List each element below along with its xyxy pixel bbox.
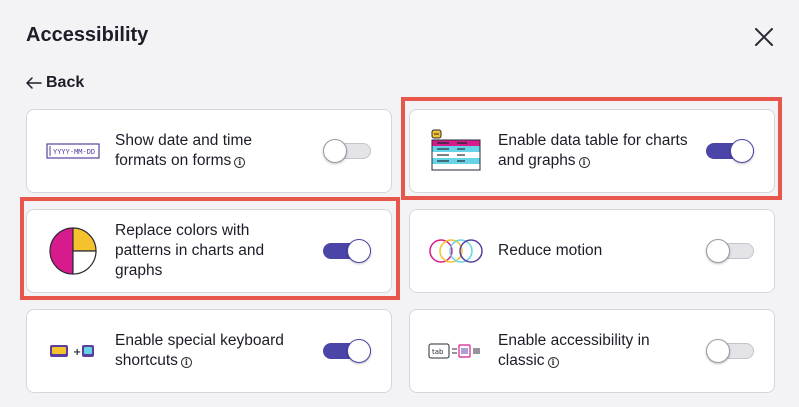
setting-text: Show date and time formats on forms xyxy=(115,132,253,169)
accessibility-dialog: Accessibility Back YYYY-MM-DD Show date … xyxy=(0,0,799,407)
keyboard-shortcut-icon: + xyxy=(45,323,101,379)
setting-card-patterns: Replace colors with patterns in charts a… xyxy=(26,209,392,293)
setting-text: Enable accessibility in classic xyxy=(498,332,650,369)
arrow-left-icon xyxy=(26,77,42,89)
toggle-classic[interactable] xyxy=(706,339,754,363)
setting-label-keyboard-shortcuts: Enable special keyboard shortcuts i xyxy=(115,331,305,371)
date-format-icon: YYYY-MM-DD xyxy=(45,123,101,179)
toggle-patterns[interactable] xyxy=(323,239,371,263)
info-icon[interactable]: i xyxy=(234,157,246,168)
toggle-keyboard-shortcuts[interactable] xyxy=(323,339,371,363)
setting-card-classic: tab Enable accessibility in classic i xyxy=(409,309,775,393)
info-icon[interactable]: i xyxy=(547,357,559,368)
dialog-title: Accessibility xyxy=(26,24,149,46)
setting-label-reduce-motion: Reduce motion xyxy=(498,242,603,259)
setting-label-classic: Enable accessibility in classic i xyxy=(498,331,688,371)
back-label: Back xyxy=(46,74,85,91)
setting-card-reduce-motion: Reduce motion xyxy=(409,209,775,293)
classic-tab-icon: tab xyxy=(428,323,484,379)
data-table-icon xyxy=(428,123,484,179)
toggle-reduce-motion[interactable] xyxy=(706,239,754,263)
tab-key-text: tab xyxy=(432,348,444,356)
motion-circles-icon xyxy=(428,223,484,279)
toggle-data-table[interactable] xyxy=(706,139,754,163)
svg-text:+: + xyxy=(73,347,81,358)
info-icon[interactable]: i xyxy=(578,157,590,168)
setting-label-data-table: Enable data table for charts and graphs i xyxy=(498,131,688,171)
setting-card-data-table: Enable data table for charts and graphs i xyxy=(409,109,775,193)
close-icon[interactable] xyxy=(752,25,776,49)
setting-label-patterns: Replace colors with patterns in charts a… xyxy=(115,222,265,279)
setting-label-date-formats: Show date and time formats on forms i xyxy=(115,131,305,171)
info-icon[interactable]: i xyxy=(180,357,192,368)
setting-text: Enable data table for charts and graphs xyxy=(498,132,688,169)
setting-text: Enable special keyboard shortcuts xyxy=(115,332,284,369)
toggle-date-formats[interactable] xyxy=(323,139,371,163)
setting-card-date-formats: YYYY-MM-DD Show date and time formats on… xyxy=(26,109,392,193)
date-format-text: YYYY-MM-DD xyxy=(53,148,95,156)
setting-card-keyboard-shortcuts: + Enable special keyboard shortcuts i xyxy=(26,309,392,393)
pie-pattern-icon xyxy=(45,223,101,279)
back-button[interactable]: Back xyxy=(26,72,84,94)
